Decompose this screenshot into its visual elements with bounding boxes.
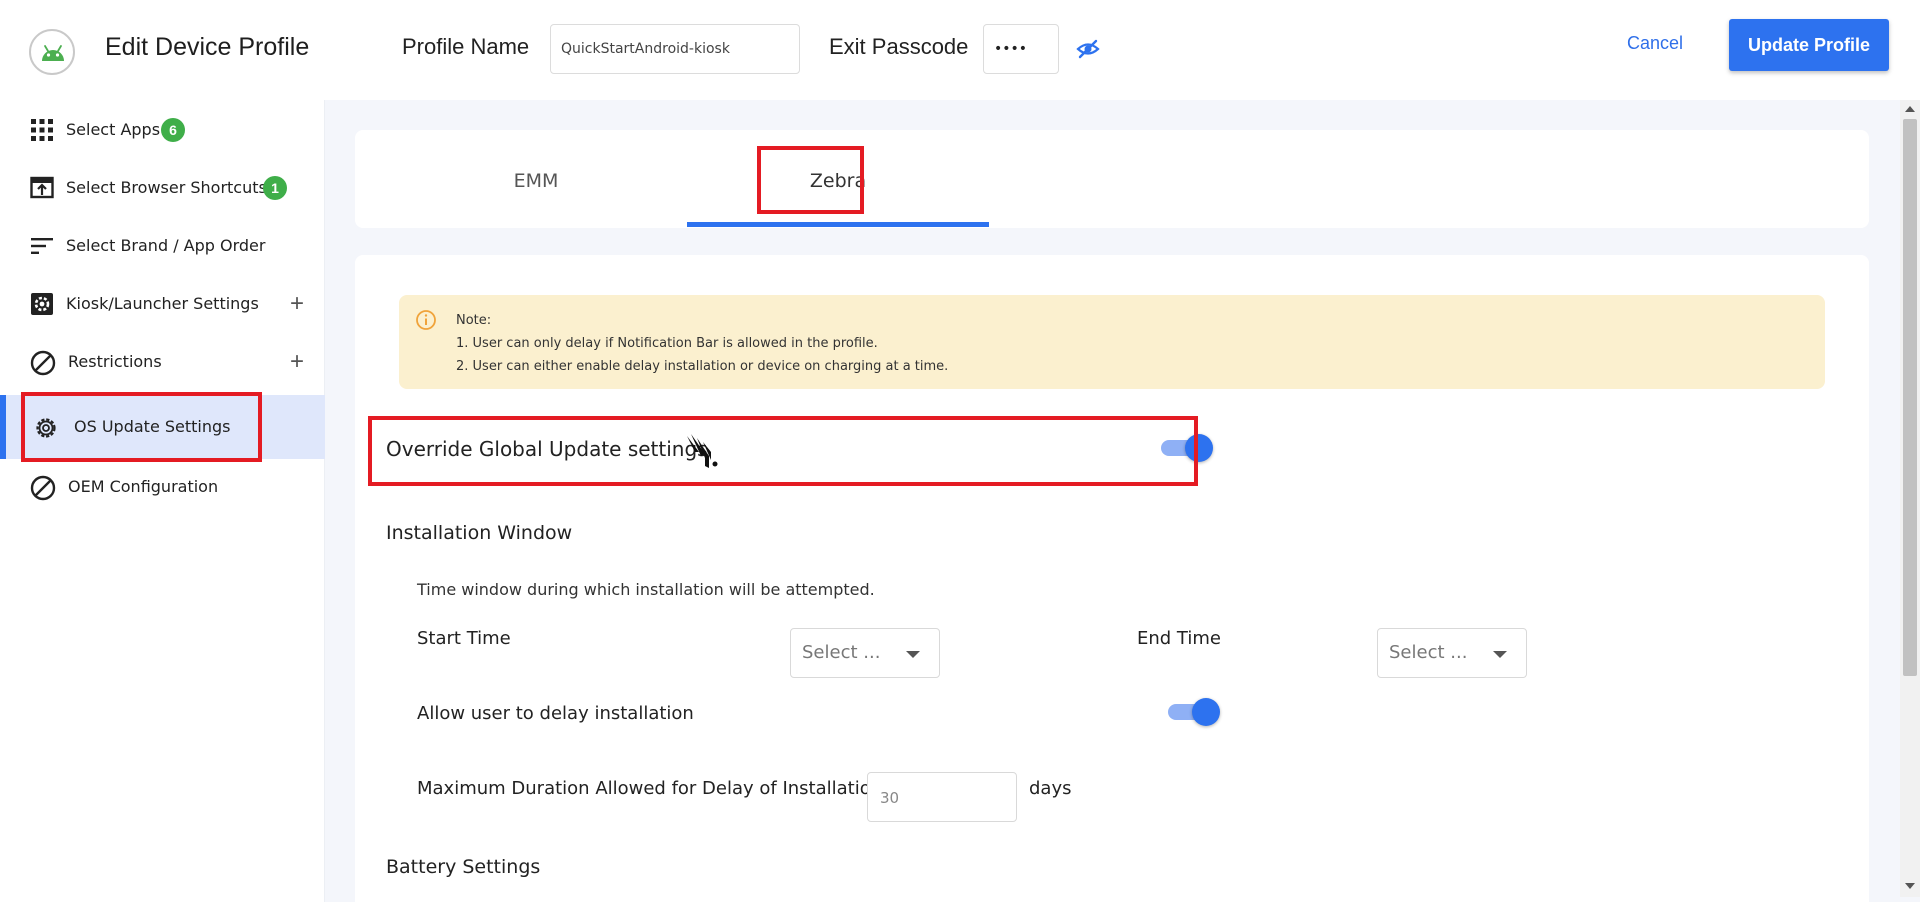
grid-icon [30, 118, 54, 142]
end-time-value: Select ... [1389, 642, 1468, 663]
allow-delay-label: Allow user to delay installation [417, 703, 694, 724]
sidebar-item-oem-configuration[interactable]: OEM Configuration [0, 459, 325, 515]
sidebar-item-label: Select Apps [66, 120, 161, 139]
sidebar-item-select-apps[interactable]: Select Apps 6 [0, 102, 325, 158]
main-content: EMM Zebra Note: 1. User can only delay i… [325, 100, 1920, 902]
tab-bar: EMM Zebra [355, 130, 1869, 228]
sidebar-item-browser-shortcuts[interactable]: Select Browser Shortcuts 1 [0, 160, 325, 216]
sidebar-item-brand-order[interactable]: Select Brand / App Order [0, 218, 325, 274]
allow-delay-toggle[interactable] [1166, 697, 1222, 727]
expand-plus-icon[interactable]: + [290, 290, 304, 318]
start-time-value: Select ... [802, 642, 881, 663]
eye-slash-icon[interactable] [1076, 38, 1100, 65]
note-line: 1. User can only delay if Notification B… [456, 336, 878, 351]
note-banner: Note: 1. User can only delay if Notifica… [399, 295, 1825, 389]
end-time-label: End Time [1137, 628, 1221, 649]
scroll-up-arrow-icon[interactable] [1905, 106, 1915, 112]
android-icon [29, 29, 75, 75]
start-time-label: Start Time [417, 628, 511, 649]
max-duration-unit: days [1029, 778, 1072, 799]
chevron-down-icon [906, 651, 920, 658]
start-time-select[interactable]: Select ... [790, 628, 940, 678]
scroll-down-arrow-icon[interactable] [1905, 883, 1915, 889]
expand-plus-icon[interactable]: + [290, 348, 304, 376]
highlight-box [757, 146, 864, 214]
sidebar-item-label: Select Brand / App Order [66, 236, 266, 255]
block-icon [30, 475, 56, 501]
installation-window-description: Time window during which installation wi… [417, 580, 875, 599]
max-duration-label: Maximum Duration Allowed for Delay of In… [417, 778, 883, 799]
count-badge: 6 [161, 118, 185, 142]
battery-settings-title: Battery Settings [386, 856, 541, 878]
sidebar-item-restrictions[interactable]: Restrictions + [0, 334, 325, 390]
header: Edit Device Profile Profile Name QuickSt… [0, 0, 1920, 100]
kiosk-gear-icon [30, 292, 54, 316]
sidebar: Select Apps 6 Select Browser Shortcuts 1… [0, 100, 325, 902]
sidebar-item-label: Restrictions [68, 352, 162, 371]
browser-shortcut-icon [30, 176, 54, 200]
info-icon [415, 309, 437, 336]
active-tab-indicator [687, 222, 989, 227]
highlight-box [21, 392, 262, 462]
sidebar-item-kiosk-settings[interactable]: Kiosk/Launcher Settings + [0, 276, 325, 332]
note-title: Note: [456, 313, 492, 328]
update-profile-button[interactable]: Update Profile [1729, 19, 1889, 71]
sidebar-item-label: OEM Configuration [68, 477, 219, 496]
settings-card: Note: 1. User can only delay if Notifica… [355, 255, 1869, 902]
note-line: 2. User can either enable delay installa… [456, 359, 949, 374]
chevron-down-icon [1493, 651, 1507, 658]
profile-name-label: Profile Name [402, 34, 530, 59]
end-time-select[interactable]: Select ... [1377, 628, 1527, 678]
tab-emm[interactable]: EMM [385, 170, 687, 192]
cancel-button[interactable]: Cancel [1627, 33, 1683, 54]
exit-passcode-label: Exit Passcode [829, 34, 969, 59]
installation-window-title: Installation Window [386, 522, 573, 544]
max-duration-input[interactable]: 30 [867, 772, 1017, 822]
profile-name-input[interactable]: QuickStartAndroid-kiosk [550, 24, 800, 74]
page-title: Edit Device Profile [105, 33, 310, 61]
exit-passcode-input[interactable]: •••• [983, 24, 1059, 74]
highlight-box [368, 416, 1198, 486]
sidebar-item-label: Select Browser Shortcuts [66, 178, 267, 197]
scrollbar-thumb[interactable] [1903, 119, 1917, 676]
block-icon [30, 350, 56, 376]
count-badge: 1 [263, 176, 287, 200]
sidebar-item-label: Kiosk/Launcher Settings [66, 294, 259, 313]
sort-lines-icon [30, 234, 54, 258]
